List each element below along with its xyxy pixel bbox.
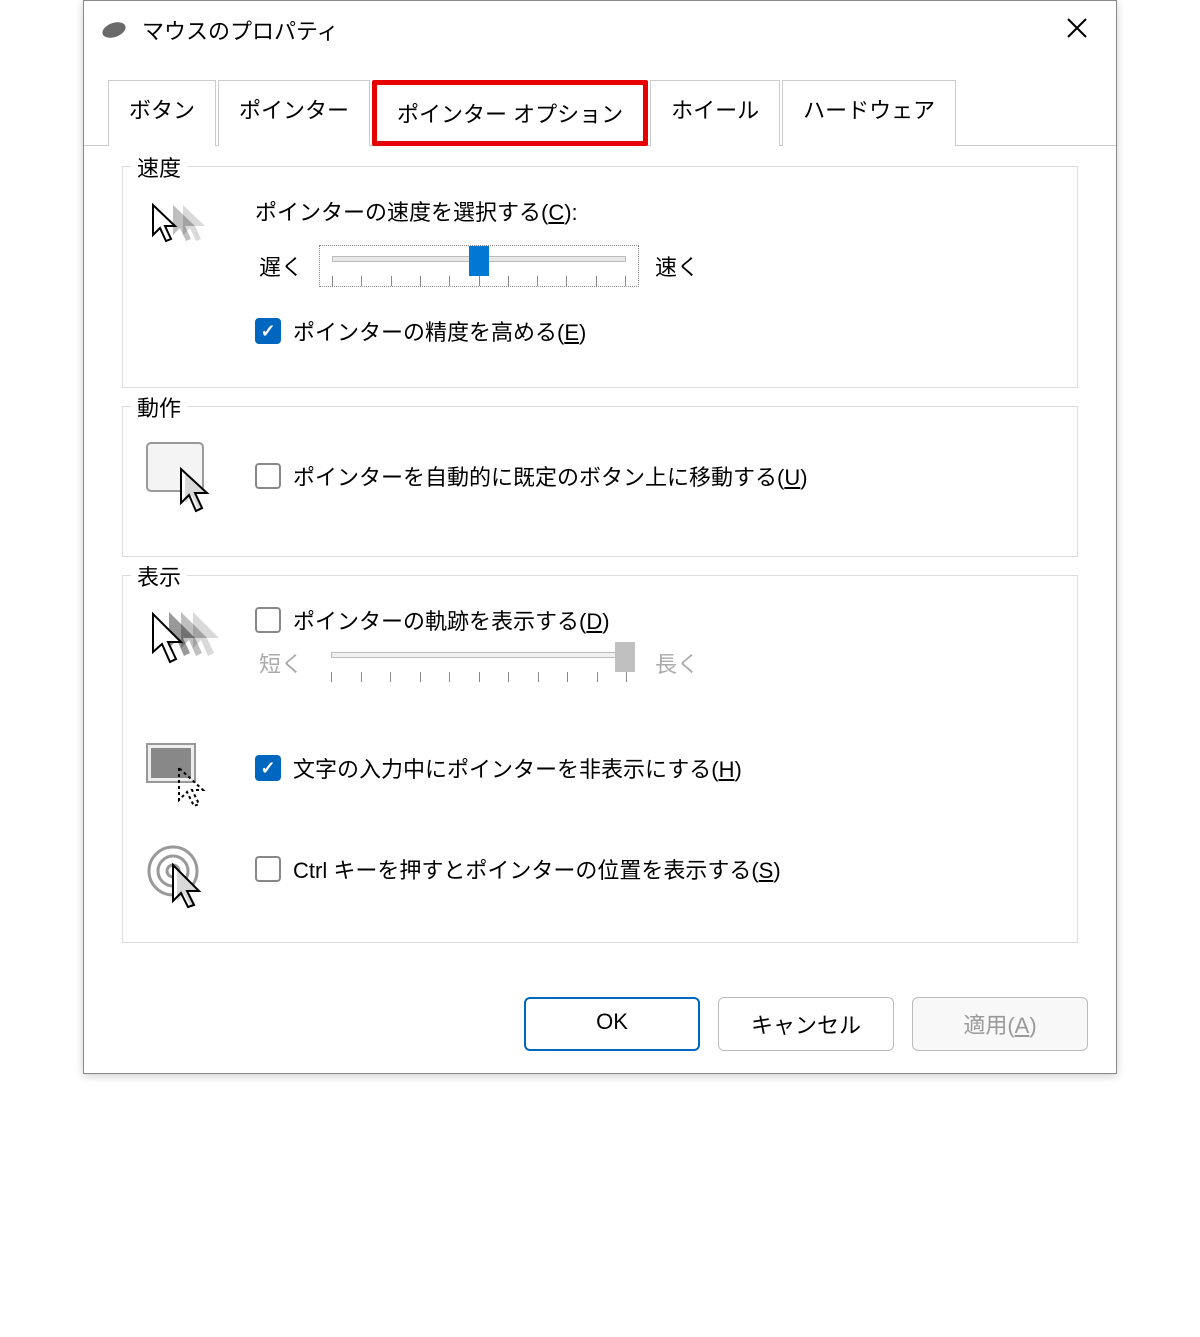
enhance-precision-label: ポインターの精度を高める(E) bbox=[293, 315, 586, 347]
group-speed-title: 速度 bbox=[131, 151, 187, 183]
pointer-speed-label: ポインターの速度を選択する(C): bbox=[255, 195, 1055, 227]
group-motion: 動作 ポインターを自動的に既定のボタン上に移動する(U) bbox=[122, 406, 1078, 557]
mouse-icon bbox=[100, 20, 128, 40]
tab-strip: ボタン ポインター ポインター オプション ホイール ハードウェア bbox=[84, 79, 1116, 146]
trail-short-label: 短く bbox=[259, 647, 303, 679]
snap-to-label: ポインターを自動的に既定のボタン上に移動する(U) bbox=[293, 460, 808, 492]
group-motion-title: 動作 bbox=[131, 391, 187, 423]
dialog-buttons: OK キャンセル 適用(A) bbox=[84, 979, 1116, 1073]
tab-hardware[interactable]: ハードウェア bbox=[782, 80, 956, 146]
ctrl-locate-icon bbox=[145, 839, 255, 916]
group-display-title: 表示 bbox=[131, 560, 187, 592]
pointer-speed-icon bbox=[145, 195, 255, 254]
trail-long-label: 長く bbox=[655, 647, 699, 679]
tab-pointers[interactable]: ポインター bbox=[218, 80, 370, 146]
hide-typing-icon bbox=[145, 738, 255, 813]
speed-fast-label: 速く bbox=[655, 250, 699, 282]
pointer-speed-slider[interactable] bbox=[319, 245, 639, 287]
enhance-precision-checkbox[interactable] bbox=[255, 318, 281, 344]
tab-wheel[interactable]: ホイール bbox=[650, 80, 780, 146]
window-title: マウスのプロパティ bbox=[142, 14, 1054, 46]
close-button[interactable] bbox=[1054, 12, 1100, 48]
pointer-trail-checkbox[interactable] bbox=[255, 607, 281, 633]
hide-typing-label: 文字の入力中にポインターを非表示にする(H) bbox=[293, 752, 742, 784]
cancel-button[interactable]: キャンセル bbox=[718, 997, 894, 1051]
snap-to-icon bbox=[145, 435, 255, 522]
tab-content: 速度 ポインターの速度を選択する(C): 遅く bbox=[84, 146, 1116, 979]
mouse-properties-window: マウスのプロパティ ボタン ポインター ポインター オプション ホイール ハード… bbox=[83, 0, 1117, 1074]
pointer-trail-slider bbox=[319, 642, 639, 684]
apply-button: 適用(A) bbox=[912, 997, 1088, 1051]
group-speed: 速度 ポインターの速度を選択する(C): 遅く bbox=[122, 166, 1078, 388]
titlebar: マウスのプロパティ bbox=[84, 1, 1116, 59]
tab-pointer-options[interactable]: ポインター オプション bbox=[372, 80, 648, 146]
speed-slow-label: 遅く bbox=[259, 250, 303, 282]
ctrl-locate-checkbox[interactable] bbox=[255, 856, 281, 882]
snap-to-checkbox[interactable] bbox=[255, 463, 281, 489]
group-display: 表示 ポインターの軌跡を表示する(D) bbox=[122, 575, 1078, 943]
tab-buttons[interactable]: ボタン bbox=[108, 80, 216, 146]
pointer-trail-label: ポインターの軌跡を表示する(D) bbox=[293, 604, 610, 636]
ctrl-locate-label: Ctrl キーを押すとポインターの位置を表示する(S) bbox=[293, 853, 781, 885]
ok-button[interactable]: OK bbox=[524, 997, 700, 1051]
hide-typing-checkbox[interactable] bbox=[255, 755, 281, 781]
pointer-trail-icon bbox=[145, 604, 255, 675]
